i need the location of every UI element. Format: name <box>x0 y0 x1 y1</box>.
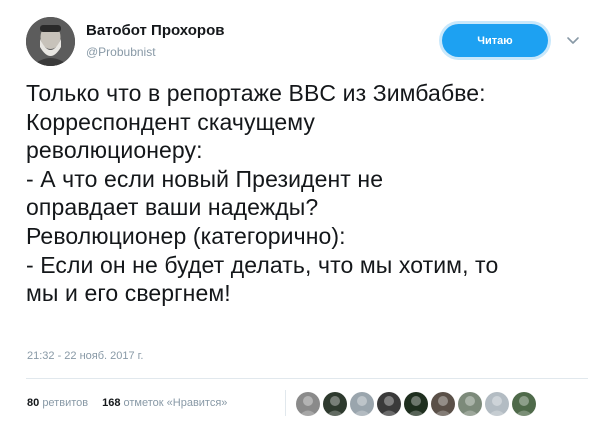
retweets-count: 80 <box>27 397 40 409</box>
follow-button[interactable]: Читаю <box>442 24 548 57</box>
tweet-line: оправдает ваши надежды? <box>26 194 319 221</box>
user-handle[interactable]: @Probubnist <box>86 45 156 59</box>
liker-avatar-3[interactable] <box>350 392 374 416</box>
tweet-line: Только что в репортаже BBC из Зимбабве: <box>26 80 486 106</box>
likes-count: 168 <box>102 397 121 409</box>
likes-stat[interactable]: 168 отметок «Нравится» <box>102 397 227 409</box>
tweet-card: Ватобот Прохоров @Probubnist Читаю Тольк… <box>0 0 616 432</box>
user-avatar-image <box>26 17 75 66</box>
liker-avatar-8[interactable] <box>485 392 509 416</box>
liker-avatar-2[interactable] <box>323 392 347 416</box>
liker-avatar-9[interactable] <box>512 392 536 416</box>
tweet-text: Только что в репортаже BBC из Зимбабве: … <box>26 79 596 308</box>
liker-avatar-4[interactable] <box>377 392 401 416</box>
liker-avatar-5[interactable] <box>404 392 428 416</box>
retweets-stat[interactable]: 80 ретвитов <box>27 397 88 409</box>
liker-avatar-1[interactable] <box>296 392 320 416</box>
tweet-line: - Если он не будет делать, что мы хотим,… <box>26 251 499 278</box>
retweets-label: ретвитов <box>42 397 89 409</box>
stats-separator <box>285 390 286 416</box>
tweet-line: революционеру: <box>26 137 203 164</box>
likes-label: отметок «Нравится» <box>123 397 228 409</box>
tweet-line: - А что если новый Президент не <box>26 165 384 192</box>
tweet-line: мы и его свергнем! <box>26 280 231 307</box>
liker-avatar-7[interactable] <box>458 392 482 416</box>
tweet-timestamp[interactable]: 21:32 - 22 нояб. 2017 г. <box>27 350 143 362</box>
chevron-down-icon[interactable] <box>566 34 580 48</box>
tweet-line: Революционер (категорично): <box>26 222 346 249</box>
tweet-stats: 80 ретвитов 168 отметок «Нравится» <box>27 397 227 409</box>
user-name[interactable]: Ватобот Прохоров <box>86 22 224 39</box>
follow-button-label: Читаю <box>477 34 513 47</box>
liker-avatar-6[interactable] <box>431 392 455 416</box>
avatar[interactable] <box>26 17 75 66</box>
tweet-line: Корреспондент скачущему <box>26 108 316 135</box>
divider <box>26 378 588 379</box>
